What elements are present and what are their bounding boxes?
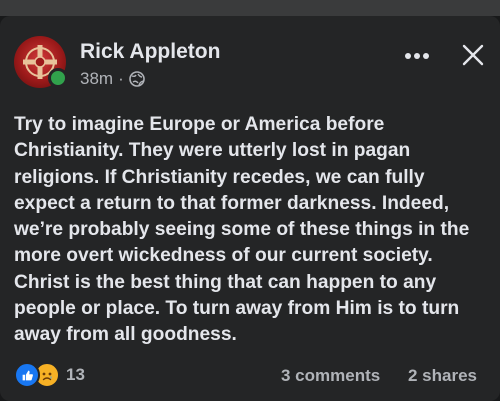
comments-link[interactable]: 3 comments	[281, 366, 380, 386]
close-icon	[462, 44, 484, 66]
post-time[interactable]: 38m	[80, 69, 113, 89]
more-options-button[interactable]	[401, 40, 433, 72]
top-bar	[0, 0, 500, 16]
like-icon	[14, 362, 40, 388]
more-icon	[405, 53, 429, 59]
author-name[interactable]: Rick Appleton	[80, 40, 220, 64]
shares-link[interactable]: 2 shares	[408, 366, 477, 386]
author-avatar[interactable]	[14, 36, 68, 88]
close-button[interactable]	[456, 38, 490, 72]
online-status-indicator	[48, 68, 68, 88]
reaction-count: 13	[66, 365, 85, 384]
post-card: Rick Appleton 38m · Try to imagine Europ…	[0, 16, 500, 401]
reactions-summary[interactable]: 13	[14, 362, 85, 388]
post-meta: 38m ·	[80, 69, 145, 89]
post-text: Try to imagine Europe or America before …	[14, 114, 470, 346]
meta-separator: ·	[118, 69, 124, 88]
globe-icon[interactable]	[128, 71, 145, 87]
